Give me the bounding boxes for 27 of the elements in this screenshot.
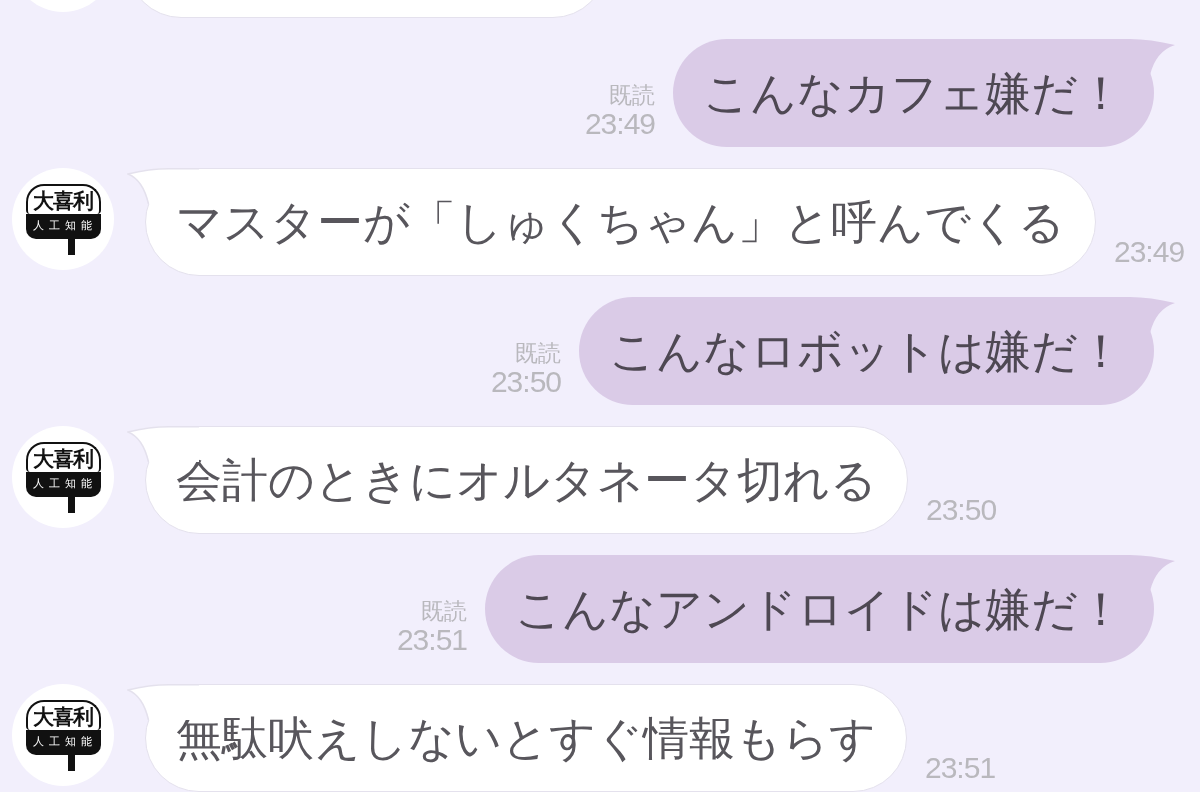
bubble-tail-icon [1100, 297, 1175, 333]
message-time: 23:50 [926, 495, 997, 525]
message-time: 23:49 [584, 109, 655, 139]
logo-subtitle: 人工知能 [25, 471, 101, 497]
bubble-tail-icon [127, 168, 199, 204]
logo-title: 大喜利 [25, 441, 101, 472]
trunk-icon [67, 754, 75, 771]
bubble-tail-icon [1100, 39, 1175, 75]
avatar[interactable]: 大喜利 人工知能 [12, 168, 114, 270]
read-receipt: 既読 [609, 81, 655, 109]
trunk-icon [67, 496, 75, 513]
avatar[interactable]: 大喜利 人工知能 [12, 426, 114, 528]
message-time: 23:49 [1114, 237, 1185, 267]
bubble-tail-icon [127, 426, 199, 462]
trunk-icon [67, 238, 75, 255]
message-time: 23:51 [396, 625, 467, 655]
read-receipt: 既読 [421, 597, 467, 625]
avatar[interactable]: 大喜利 人工知能 [12, 684, 114, 786]
logo-subtitle: 人工知能 [25, 213, 101, 239]
read-receipt: 既読 [515, 339, 561, 367]
message-time: 23:50 [490, 367, 561, 397]
message-time: 23:51 [925, 753, 996, 783]
bubble-tail-icon [1100, 555, 1175, 591]
logo-subtitle: 人工知能 [25, 729, 101, 755]
bubble-tail-icon [127, 684, 199, 720]
logo-title: 大喜利 [25, 699, 101, 730]
logo-title: 大喜利 [25, 183, 101, 214]
